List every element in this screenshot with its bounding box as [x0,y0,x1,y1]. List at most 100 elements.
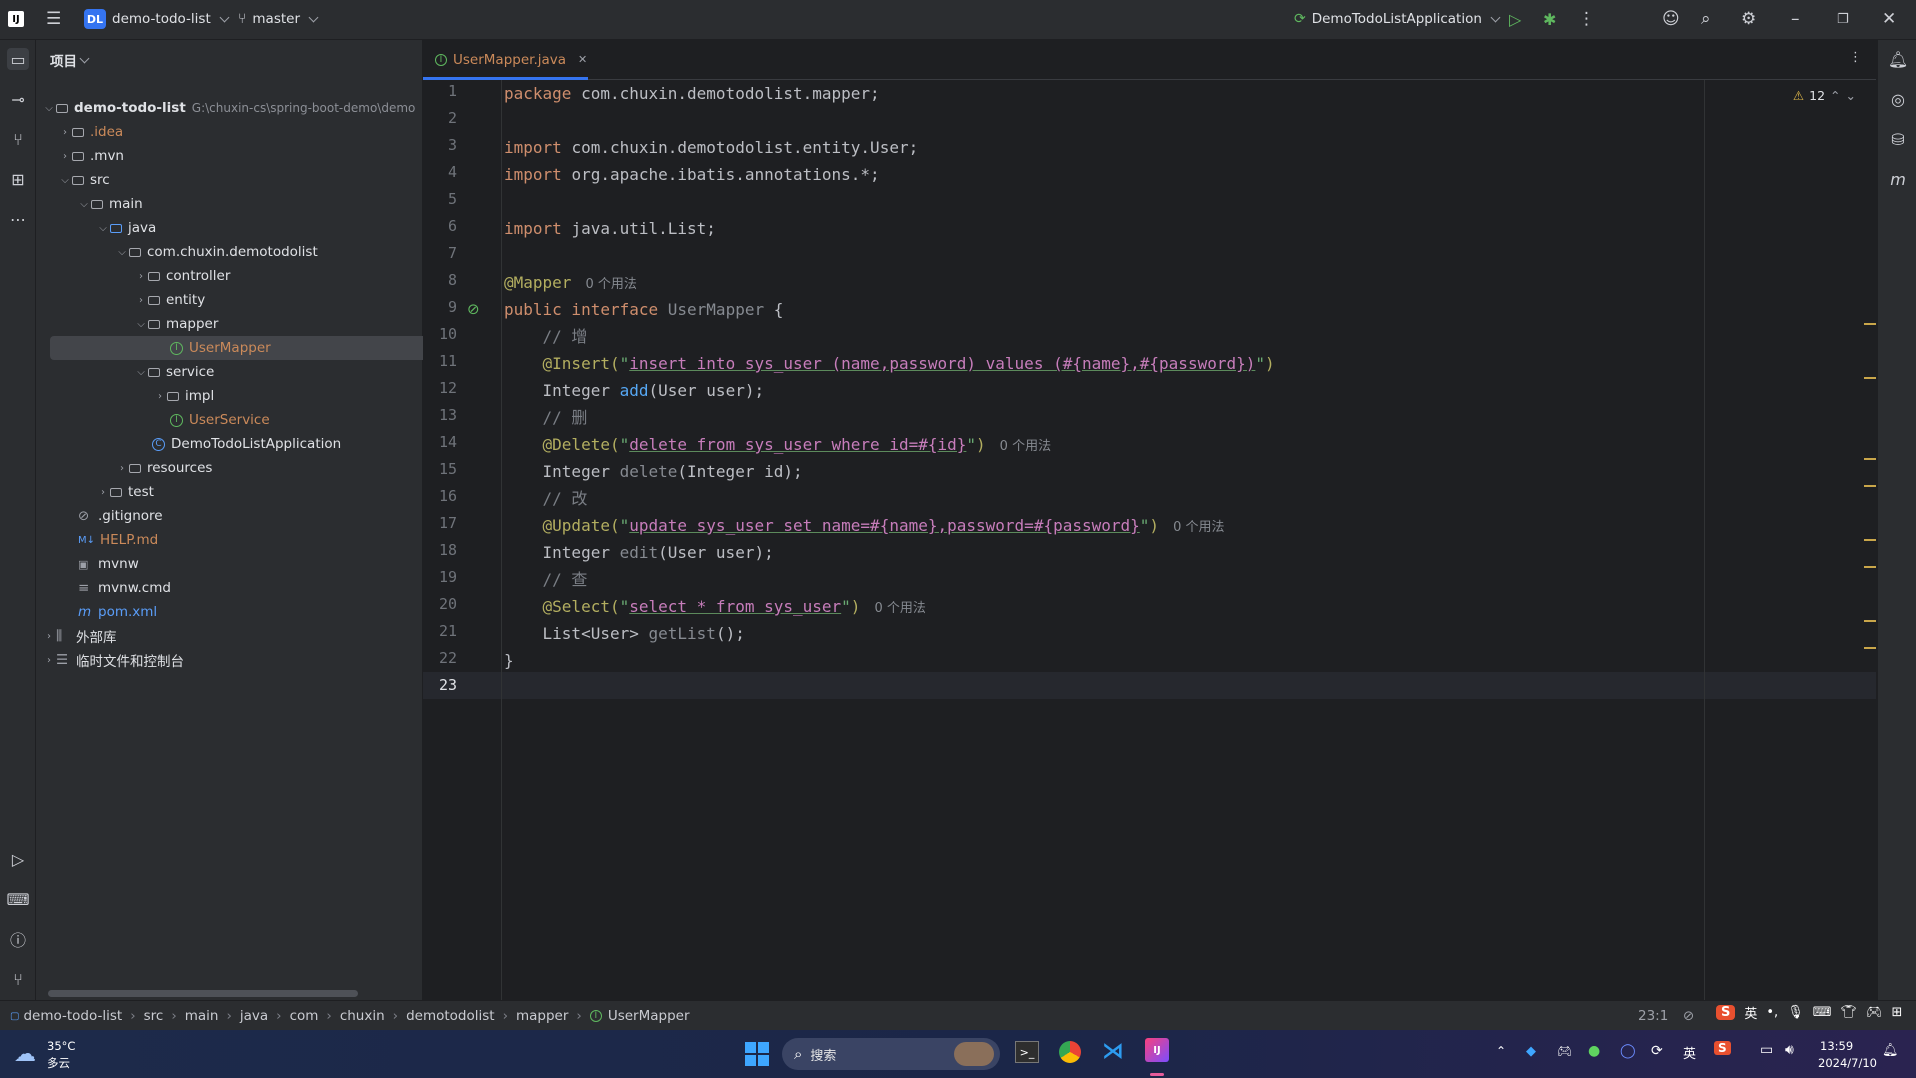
error-stripe-mark[interactable] [1864,620,1876,622]
tab-options-icon[interactable]: ⋮ [1849,50,1862,65]
tree-item[interactable]: ⌵ java [36,216,482,240]
wechat-icon[interactable]: ● [1588,1043,1600,1059]
terminal-app-icon[interactable]: >_ [1015,1041,1039,1063]
git-icon[interactable]: ⑂ [7,968,29,990]
main-menu-icon[interactable]: ☰ [46,8,61,30]
minimize-icon[interactable]: – [1791,8,1800,30]
tree-item[interactable]: m pom.xml [36,600,464,624]
toolbox-icon[interactable]: ⊞ [1892,1005,1903,1020]
sogou-ime-icon[interactable]: S [1716,1005,1736,1020]
tree-item[interactable]: ≡ mvnw.cmd [36,576,464,600]
skin-icon[interactable]: 👕︎ [1840,1005,1857,1020]
tray-browser-icon[interactable]: ◯ [1620,1043,1636,1059]
sync-icon[interactable]: ⟳ [1651,1043,1663,1059]
run-config-selector[interactable]: ⟳ DemoTodoListApplication [1294,8,1501,30]
next-highlight-icon[interactable]: ⌄ [1846,88,1856,103]
breadcrumb-item[interactable]: mapper [516,1008,568,1024]
error-stripe-mark[interactable] [1864,647,1876,649]
readonly-toggle-icon[interactable]: ⊘ [1683,1008,1694,1024]
punctuation-icon[interactable]: •, [1766,1005,1778,1020]
show-hidden-icons[interactable]: ⌃ [1496,1044,1506,1058]
error-stripe-mark[interactable] [1864,539,1876,541]
restore-icon[interactable]: ❐ [1837,8,1849,30]
run-icon[interactable]: ▷ [1509,8,1521,30]
tray-app-icon[interactable]: ◆ [1526,1044,1536,1059]
tree-item[interactable]: ⊘ .gitignore [36,504,464,528]
tree-item[interactable]: › .idea [36,120,444,144]
error-stripe-mark[interactable] [1864,377,1876,379]
services-icon[interactable]: ▷ [7,848,29,870]
tray-ime-indicator[interactable]: 英 [1683,1043,1696,1062]
volume-icon[interactable]: 🔊︎ [1785,1042,1794,1058]
usage-hint[interactable]: 0 个用法 [874,601,925,616]
debug-icon[interactable]: ✱ [1543,8,1556,30]
weather-condition[interactable]: 多云 [47,1055,70,1071]
editor-tab[interactable]: I UserMapper.java ✕ [423,40,588,80]
tree-root[interactable]: ⌵ demo-todo-list G:\chuxin-cs\spring-boo… [36,96,428,120]
clock-time[interactable]: 13:59 [1820,1039,1853,1053]
settings-gear-icon[interactable]: ⚙ [1741,8,1756,30]
close-icon[interactable]: ✕ [1882,8,1896,30]
commit-icon[interactable]: ⊸ [7,88,29,110]
pull-requests-icon[interactable]: ⑂ [7,128,29,150]
tree-item[interactable]: ▣ mvnw [36,552,464,576]
tree-item[interactable]: M↓ HELP.md [36,528,464,552]
weather-temperature[interactable]: 35°C [47,1039,75,1053]
more-tools-icon[interactable]: ⋯ [7,208,29,230]
error-stripe-mark[interactable] [1864,566,1876,568]
breadcrumb-item[interactable]: UserMapper [608,1008,690,1024]
breadcrumb-item[interactable]: demotodolist [406,1008,495,1024]
notification-bell-icon[interactable]: 🔔︎ [1882,1043,1899,1058]
chrome-app-icon[interactable] [1059,1041,1081,1063]
breadcrumb-item[interactable]: com [290,1008,319,1024]
tree-item[interactable]: › ☰ 临时文件和控制台 [36,648,428,672]
tree-item[interactable]: › .mvn [36,144,444,168]
game-icon[interactable]: 🎮︎ [1866,1005,1883,1020]
breadcrumb-item[interactable]: demo-todo-list [23,1008,122,1024]
breadcrumb-item[interactable]: chuxin [340,1008,385,1024]
maven-icon[interactable]: m [1887,168,1909,190]
tree-item[interactable]: ⌵ main [36,192,463,216]
breadcrumb-item[interactable]: src [144,1008,164,1024]
database-icon[interactable]: ⛁ [1887,128,1909,150]
search-icon[interactable]: ⌕ [1701,8,1711,30]
project-folder-icon[interactable]: ▭ [7,48,29,70]
project-switcher[interactable]: DL demo-todo-list [84,8,230,30]
windows-start-icon[interactable] [745,1042,769,1066]
tray-sogou-icon[interactable]: S [1714,1041,1731,1055]
close-tab-icon[interactable]: ✕ [578,53,587,66]
keyboard-icon[interactable]: ⌨ [1813,1005,1832,1020]
ai-assistant-icon[interactable]: ◎ [1887,88,1909,110]
mybatis-mapper-gutter-icon[interactable]: ⊘ [467,300,480,318]
more-actions-icon[interactable]: ⋮ [1578,8,1595,30]
intellij-app-icon[interactable]: IJ [1145,1038,1169,1062]
tree-item[interactable]: › test [36,480,482,504]
network-icon[interactable]: ▭ [1760,1042,1773,1058]
error-stripe-mark[interactable] [1864,458,1876,460]
clock-date[interactable]: 2024/7/10 [1818,1056,1877,1070]
problems-icon[interactable]: ⓘ [7,928,29,950]
intellij-logo-icon[interactable]: IJ [8,8,24,30]
microphone-icon[interactable]: 🎙︎ [1787,1005,1804,1020]
breadcrumb-item[interactable]: main [185,1008,219,1024]
usage-hint[interactable]: 0 个用法 [1173,520,1224,535]
vscode-app-icon[interactable]: ⋊ [1102,1039,1124,1064]
ime-language-toggle[interactable]: 英 [1744,1003,1757,1022]
usage-hint[interactable]: 0 个用法 [585,277,636,292]
previous-highlight-icon[interactable]: ⌃ [1830,88,1840,103]
error-stripe-mark[interactable] [1864,323,1876,325]
tree-item[interactable]: ⌵ src [36,168,444,192]
error-stripe-mark[interactable] [1864,485,1876,487]
project-panel-header[interactable]: 项目 [50,50,90,70]
tree-item[interactable]: › ⫼ 外部库 [36,624,428,648]
structure-icon[interactable]: ⊞ [7,168,29,190]
weather-cloud-icon[interactable]: ☁ [14,1042,36,1067]
taskbar-search-box[interactable]: ⌕ 搜索 [782,1038,1000,1070]
horizontal-scrollbar[interactable] [48,990,358,997]
terminal-icon[interactable]: ⌨ [6,888,29,910]
caret-position[interactable]: 23:1 [1638,1008,1668,1024]
notifications-bell-icon[interactable]: 🔔︎ [1887,48,1909,70]
breadcrumb-item[interactable]: java [240,1008,268,1024]
branch-switcher[interactable]: ⑂ master [238,8,319,30]
inspection-widget[interactable]: ⚠ 12 ⌃ ⌄ [1793,88,1856,103]
